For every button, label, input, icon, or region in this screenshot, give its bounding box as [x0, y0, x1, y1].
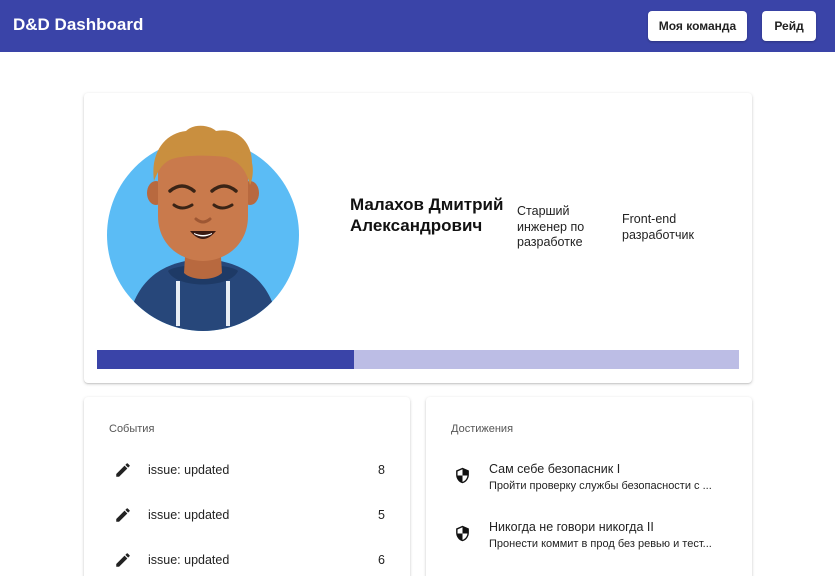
experience-progress-bar	[97, 350, 739, 369]
event-label: issue: updated	[148, 463, 230, 477]
events-title: События	[109, 423, 155, 435]
pencil-icon	[116, 463, 130, 477]
event-label: issue: updated	[148, 553, 230, 567]
event-label: issue: updated	[148, 508, 230, 522]
shield-icon	[456, 525, 469, 542]
achievements-card: Достижения Сам себе безопасник I Пройти …	[426, 397, 752, 576]
profile-card: Малахов Дмитрий Александрович Старший ин…	[84, 93, 752, 383]
achievement-title: Никогда не говори никогда II	[489, 520, 654, 534]
avatar	[107, 125, 299, 331]
pencil-icon	[116, 508, 130, 522]
achievement-description: Пронести коммит в прод без ревью и тест.…	[489, 538, 712, 550]
achievement-description: Пройти проверку службы безопасности с ..…	[489, 480, 712, 492]
my-team-button[interactable]: Моя команда	[648, 11, 747, 41]
employee-role: Front-end разработчик	[622, 212, 694, 242]
achievement-item[interactable]: Никогда не говори никогда II Пронести ко…	[426, 520, 752, 554]
experience-progress-fill	[97, 350, 354, 369]
achievements-title: Достижения	[451, 423, 514, 435]
raid-button[interactable]: Рейд	[762, 11, 816, 41]
app-title: D&D Dashboard	[13, 15, 144, 34]
events-card: События issue: updated 8 issue: updated …	[84, 397, 410, 576]
employee-position: Старший инженер по разработке	[517, 204, 585, 249]
event-item[interactable]: issue: updated 6	[84, 548, 410, 572]
event-count: 6	[378, 553, 385, 567]
achievement-title: Сам себе безопасник I	[489, 462, 621, 476]
employee-name: Малахов Дмитрий Александрович	[350, 195, 504, 235]
app-bar: D&D Dashboard Моя команда Рейд	[0, 0, 835, 52]
event-item[interactable]: issue: updated 5	[84, 503, 410, 527]
event-count: 8	[378, 463, 385, 477]
shield-icon	[456, 467, 469, 484]
achievement-item[interactable]: Сам себе безопасник I Пройти проверку сл…	[426, 462, 752, 496]
event-count: 5	[378, 508, 385, 522]
pencil-icon	[116, 553, 130, 567]
event-item[interactable]: issue: updated 8	[84, 458, 410, 482]
